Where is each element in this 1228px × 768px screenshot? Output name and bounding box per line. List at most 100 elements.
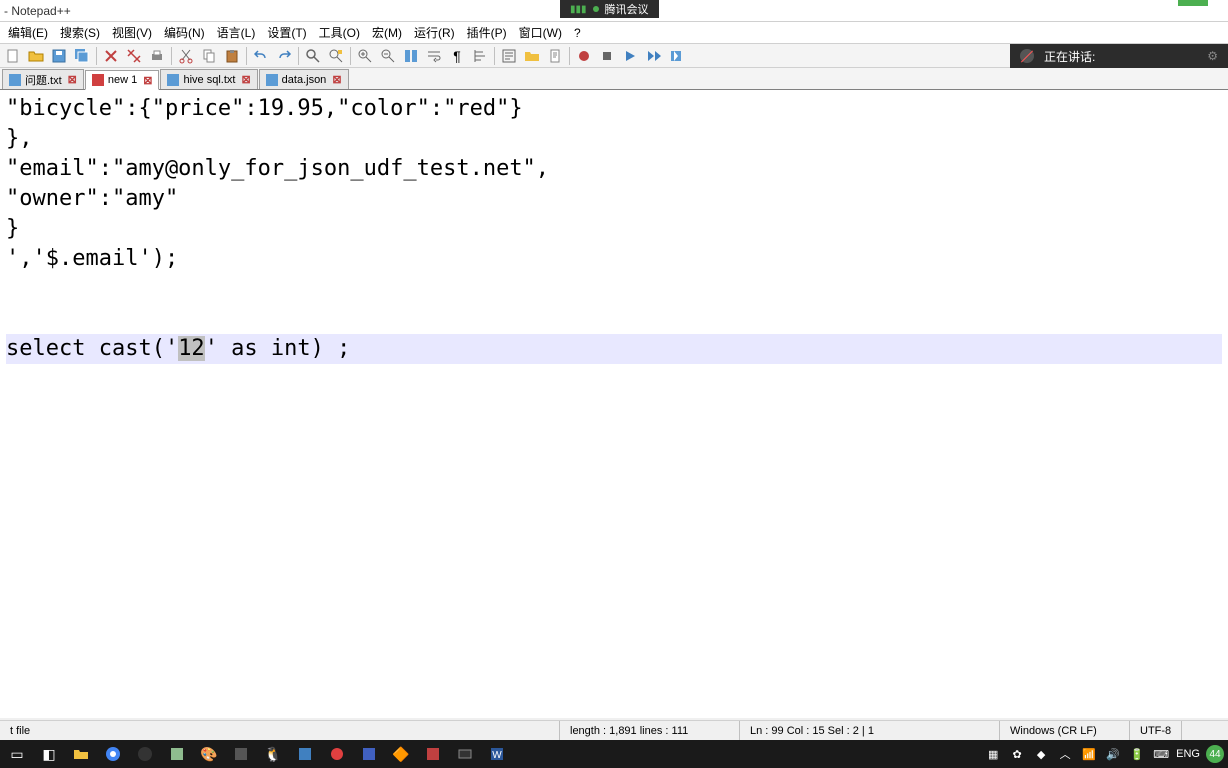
status-encoding[interactable]: UTF-8	[1130, 721, 1182, 740]
toolbar: ¶ 正在讲话: ⚙	[0, 44, 1228, 68]
app-icon[interactable]	[452, 742, 478, 766]
menu-encoding[interactable]: 编码(N)	[158, 22, 211, 43]
status-eol[interactable]: Windows (CR LF)	[1000, 721, 1130, 740]
undo-icon[interactable]	[250, 46, 272, 66]
tab-close-icon[interactable]: ⊠	[141, 74, 154, 87]
app-icon[interactable]	[356, 742, 382, 766]
svg-text:W: W	[492, 750, 502, 761]
desktop-icon[interactable]: ▭	[4, 742, 30, 766]
tab-label: hive sql.txt	[183, 74, 235, 86]
new-file-icon[interactable]	[2, 46, 24, 66]
app-icon[interactable]	[420, 742, 446, 766]
tray-chevron-up-icon[interactable]: ︿	[1056, 745, 1074, 763]
windows-taskbar: ▭ ◧ 🎨 🐧 🔶 W ▦ ✿ ◆ ︿ 📶 🔊 🔋 ⌨ ENG 44	[0, 740, 1228, 768]
tab-3[interactable]: data.json ⊠	[259, 69, 349, 89]
tab-0[interactable]: 问题.txt ⊠	[2, 69, 84, 89]
show-symbols-icon[interactable]: ¶	[446, 46, 468, 66]
obs-icon[interactable]	[132, 742, 158, 766]
save-icon[interactable]	[48, 46, 70, 66]
file-icon	[9, 74, 21, 86]
tencent-meeting-badge[interactable]: ▮▮▮ 腾讯会议	[560, 0, 659, 18]
notepadpp-icon[interactable]	[164, 742, 190, 766]
stop-macro-icon[interactable]	[596, 46, 618, 66]
line-text: select cast('	[6, 336, 178, 361]
tab-1[interactable]: new 1 ⊠	[85, 70, 160, 90]
play-macro-icon[interactable]	[619, 46, 641, 66]
app-icon[interactable]: 🔶	[388, 742, 414, 766]
print-icon[interactable]	[146, 46, 168, 66]
function-list-icon[interactable]	[498, 46, 520, 66]
tab-2[interactable]: hive sql.txt ⊠	[160, 69, 257, 89]
app-icon[interactable]	[292, 742, 318, 766]
editor-line: ','$.email');	[6, 246, 178, 271]
menu-search[interactable]: 搜索(S)	[54, 22, 106, 43]
redo-icon[interactable]	[273, 46, 295, 66]
cut-icon[interactable]	[175, 46, 197, 66]
copy-icon[interactable]	[198, 46, 220, 66]
save-macro-icon[interactable]	[665, 46, 687, 66]
app-icon[interactable]	[324, 742, 350, 766]
taskview-icon[interactable]: ◧	[36, 742, 62, 766]
status-filetype: t file	[0, 721, 560, 740]
menu-view[interactable]: 视图(V)	[106, 22, 158, 43]
chrome-icon[interactable]	[100, 742, 126, 766]
menu-run[interactable]: 运行(R)	[408, 22, 461, 43]
tabbar: 问题.txt ⊠ new 1 ⊠ hive sql.txt ⊠ data.jso…	[0, 68, 1228, 90]
mic-muted-icon[interactable]	[1020, 49, 1034, 63]
close-all-icon[interactable]	[123, 46, 145, 66]
menu-plugins[interactable]: 插件(P)	[461, 22, 513, 43]
editor-line: },	[6, 126, 33, 151]
word-wrap-icon[interactable]	[423, 46, 445, 66]
line-text: ' as int) ;	[205, 336, 351, 361]
titlebar: - Notepad++ ▮▮▮ 腾讯会议	[0, 0, 1228, 22]
menubar: 编辑(E) 搜索(S) 视图(V) 编码(N) 语言(L) 设置(T) 工具(O…	[0, 22, 1228, 44]
editor-area[interactable]: "bicycle":{"price":19.95,"color":"red"} …	[0, 90, 1228, 718]
ime-indicator[interactable]: ENG	[1176, 748, 1200, 760]
menu-edit[interactable]: 编辑(E)	[2, 22, 54, 43]
signal-icon: ▮▮▮	[570, 4, 587, 15]
tab-label: data.json	[282, 74, 327, 86]
keyboard-icon[interactable]: ⌨	[1152, 745, 1170, 763]
zoom-out-icon[interactable]	[377, 46, 399, 66]
tab-label: new 1	[108, 74, 137, 86]
replay-macro-icon[interactable]	[642, 46, 664, 66]
app-icon[interactable]	[228, 742, 254, 766]
gear-icon[interactable]: ⚙	[1207, 49, 1218, 63]
explorer-icon[interactable]	[68, 742, 94, 766]
editor-line: }	[6, 216, 19, 241]
find-icon[interactable]	[302, 46, 324, 66]
menu-window[interactable]: 窗口(W)	[513, 22, 568, 43]
close-icon[interactable]	[100, 46, 122, 66]
battery-icon[interactable]: 🔋	[1128, 745, 1146, 763]
menu-macro[interactable]: 宏(M)	[366, 22, 408, 43]
notification-badge[interactable]: 44	[1206, 745, 1224, 763]
app-icon[interactable]: 🐧	[260, 742, 286, 766]
toolbar-separator	[350, 47, 351, 65]
indent-guide-icon[interactable]	[469, 46, 491, 66]
volume-icon[interactable]: 🔊	[1104, 745, 1122, 763]
app-icon[interactable]: 🎨	[196, 742, 222, 766]
menu-help[interactable]: ?	[568, 24, 587, 42]
paste-icon[interactable]	[221, 46, 243, 66]
sync-scroll-icon[interactable]	[400, 46, 422, 66]
menu-settings[interactable]: 设置(T)	[261, 22, 312, 43]
menu-language[interactable]: 语言(L)	[211, 22, 262, 43]
tab-close-icon[interactable]: ⊠	[66, 73, 79, 86]
wifi-icon[interactable]: 📶	[1080, 745, 1098, 763]
zoom-in-icon[interactable]	[354, 46, 376, 66]
tray-app-icon[interactable]: ▦	[984, 745, 1002, 763]
record-macro-icon[interactable]	[573, 46, 595, 66]
save-all-icon[interactable]	[71, 46, 93, 66]
window-accent-strip	[1178, 0, 1208, 6]
replace-icon[interactable]	[325, 46, 347, 66]
tray-app-icon[interactable]: ◆	[1032, 745, 1050, 763]
speaking-label: 正在讲话:	[1044, 48, 1095, 65]
menu-tools[interactable]: 工具(O)	[313, 22, 366, 43]
doc-map-icon[interactable]	[544, 46, 566, 66]
folder-icon[interactable]	[521, 46, 543, 66]
tray-app-icon[interactable]: ✿	[1008, 745, 1026, 763]
open-file-icon[interactable]	[25, 46, 47, 66]
word-icon[interactable]: W	[484, 742, 510, 766]
tab-close-icon[interactable]: ⊠	[239, 73, 252, 86]
tab-close-icon[interactable]: ⊠	[330, 73, 343, 86]
